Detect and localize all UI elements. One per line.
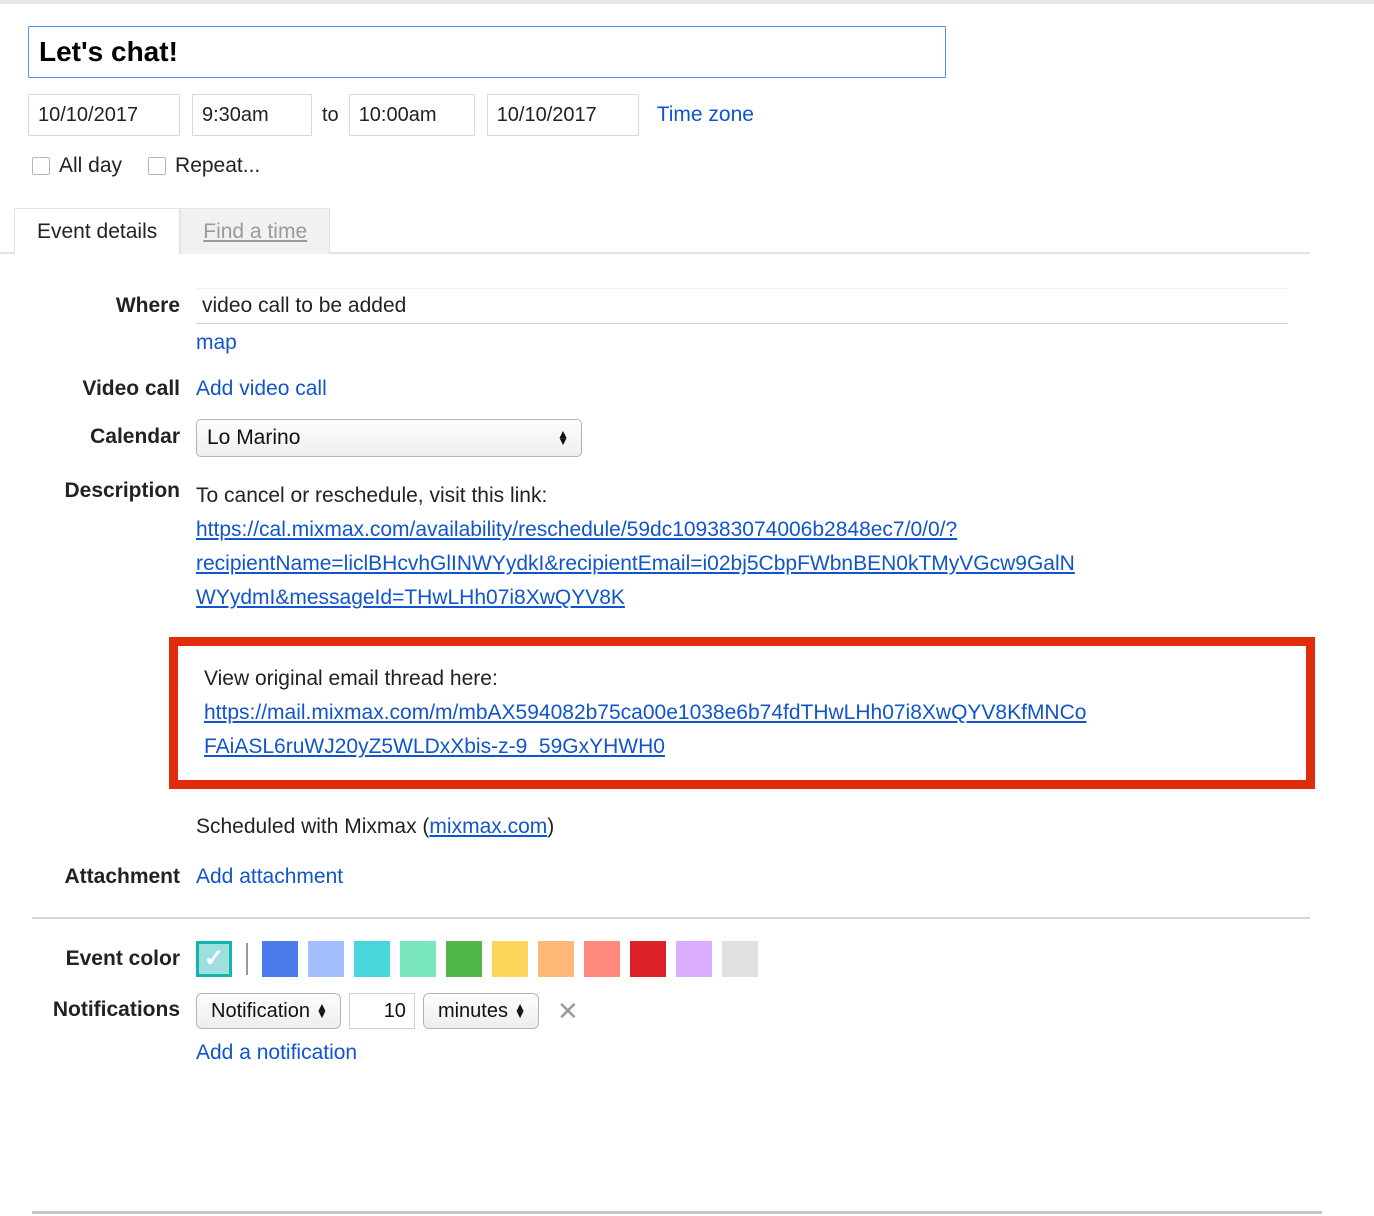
repeat-checkbox[interactable] [148, 157, 167, 175]
options-row: All day Repeat... [0, 136, 1374, 178]
scheduled-suffix: ) [547, 815, 555, 839]
time-zone-link[interactable]: Time zone [657, 103, 754, 127]
where-label: Where [115, 294, 180, 317]
attachment-value: Add attachment [196, 865, 1374, 889]
notification-type-value: Notification [211, 999, 310, 1022]
scheduled-with-line: Scheduled with Mixmax (mixmax.com) [196, 815, 1374, 839]
event-color-swatch[interactable] [538, 941, 574, 978]
event-color-row: Event color ✓ [0, 941, 1374, 978]
video-call-value: Add video call [196, 377, 1374, 401]
chevron-updown-icon: ▲ ▼ [316, 1000, 328, 1022]
calendar-select-value: Lo Marino [207, 426, 301, 449]
map-link[interactable]: map [196, 331, 1374, 355]
tab-event-details[interactable]: Event details [14, 208, 181, 256]
description-value: To cancel or reschedule, visit this link… [169, 479, 1374, 839]
event-color-swatch[interactable] [446, 941, 482, 978]
title-row [0, 8, 1374, 78]
reschedule-url-line-1[interactable]: https://cal.mixmax.com/availability/resc… [196, 513, 1294, 547]
event-editor-page: to Time zone All day Repeat... Event det… [0, 0, 1374, 1216]
notifications-value: Notification ▲▼ minutes ▲▼ ✕ Add a no [196, 993, 1374, 1065]
event-color-swatch[interactable] [630, 941, 666, 978]
repeat-label: Repeat... [175, 154, 261, 177]
where-input[interactable] [196, 288, 1288, 324]
where-row: Where map [0, 288, 1374, 355]
description-row: Description To cancel or reschedule, vis… [0, 479, 1374, 839]
to-label: to [322, 103, 339, 126]
start-date-input[interactable] [28, 94, 180, 136]
event-color-swatch-selected[interactable]: ✓ [196, 941, 232, 978]
attachment-row: Attachment Add attachment [0, 865, 1374, 889]
video-call-label: Video call [82, 377, 180, 400]
notifications-row: Notifications Notification ▲▼ minutes ▲▼ [0, 993, 1374, 1065]
attachment-label: Attachment [64, 865, 180, 889]
notification-entry: Notification ▲▼ minutes ▲▼ ✕ [196, 993, 1374, 1030]
mixmax-link[interactable]: mixmax.com [429, 815, 547, 838]
tab-find-a-time[interactable]: Find a time [180, 208, 331, 254]
tab-strip: Event details Find a time [0, 208, 1374, 256]
add-notification-link[interactable]: Add a notification [196, 1041, 1374, 1065]
calendar-label: Calendar [90, 425, 180, 448]
window-top-strip [0, 0, 1374, 4]
calendar-value: Lo Marino ▲ ▼ [196, 419, 1374, 457]
tab-event-details-label: Event details [37, 219, 158, 243]
start-time-input[interactable] [192, 94, 312, 136]
all-day-label: All day [59, 154, 123, 177]
description-intro: To cancel or reschedule, visit this link… [196, 484, 548, 507]
thread-url-line-1[interactable]: https://mail.mixmax.com/m/mbAX594082b75c… [204, 696, 1302, 730]
add-video-call-link[interactable]: Add video call [196, 377, 327, 400]
notification-type-select[interactable]: Notification ▲ ▼ [196, 993, 341, 1030]
event-color-swatch[interactable] [584, 941, 620, 978]
calendar-select[interactable]: Lo Marino ▲ ▼ [196, 419, 582, 457]
notification-amount-input[interactable] [348, 993, 415, 1030]
event-color-swatch[interactable] [722, 941, 758, 978]
event-color-swatch-list: ✓ [196, 941, 1374, 978]
event-color-swatch[interactable] [400, 941, 436, 978]
section-divider [32, 917, 1310, 920]
video-call-row: Video call Add video call [0, 377, 1374, 401]
description-label: Description [64, 479, 180, 502]
event-color-swatch[interactable] [262, 941, 298, 978]
check-icon: ✓ [203, 945, 225, 973]
bottom-divider [32, 1211, 1322, 1214]
highlight-annotation-box: View original email thread here: https:/… [169, 637, 1315, 790]
event-color-swatch[interactable] [492, 941, 528, 978]
event-color-label: Event color [65, 947, 180, 971]
remove-notification-icon[interactable]: ✕ [557, 998, 579, 1024]
chevron-updown-icon: ▲ ▼ [514, 1000, 526, 1022]
swatch-separator [246, 943, 248, 976]
event-color-swatch[interactable] [676, 941, 712, 978]
notification-unit-value: minutes [437, 999, 508, 1022]
tab-find-a-time-label: Find a time [203, 219, 308, 243]
event-color-value: ✓ [196, 941, 1374, 978]
event-details-form: Where map Video call Add video call Cale… [0, 254, 1374, 1065]
where-value: map [196, 288, 1374, 355]
add-attachment-link[interactable]: Add attachment [196, 865, 343, 888]
notification-unit-select[interactable]: minutes ▲ ▼ [422, 993, 539, 1030]
thread-url-line-2[interactable]: FAiASL6ruWJ20yZ5WLDxXbis-z-9_59GxYHWH0 [204, 730, 1306, 764]
event-title-input[interactable] [28, 26, 946, 78]
calendar-row: Calendar Lo Marino ▲ ▼ [0, 419, 1374, 457]
all-day-checkbox[interactable] [32, 157, 50, 175]
event-color-swatch[interactable] [308, 941, 344, 978]
end-date-input[interactable] [486, 94, 639, 136]
notifications-label: Notifications [52, 998, 180, 1022]
end-time-input[interactable] [348, 94, 475, 136]
reschedule-url-line-3[interactable]: WYydmI&messageId=THwLHh07i8XwQYV8K [196, 581, 1374, 615]
chevron-updown-icon: ▲ ▼ [557, 427, 569, 448]
event-color-swatch[interactable] [354, 941, 390, 978]
reschedule-url-line-2[interactable]: recipientName=liclBHcvhGlINWYydkI&recipi… [196, 547, 1294, 581]
tab-list: Event details Find a time [14, 208, 331, 256]
scheduled-prefix: Scheduled with Mixmax ( [196, 815, 430, 839]
datetime-row: to Time zone [0, 78, 1374, 136]
thread-intro: View original email thread here: [204, 667, 498, 691]
